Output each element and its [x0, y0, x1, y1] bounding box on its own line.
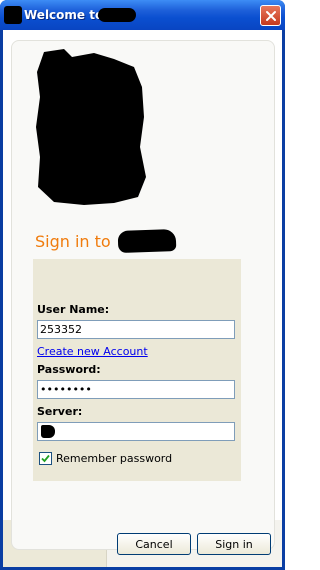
window-client-area: Sign in to User Name: 253352 Create new … — [3, 30, 282, 567]
sign-in-heading: Sign in to — [35, 232, 111, 251]
server-label: Server: — [37, 405, 83, 418]
checkmark-icon — [41, 454, 50, 463]
app-icon — [4, 6, 22, 24]
redacted-app-name — [98, 8, 136, 22]
cancel-button[interactable]: Cancel — [117, 533, 191, 555]
password-label: Password: — [37, 363, 101, 376]
sign-in-form: User Name: 253352 Create new Account Pas… — [33, 259, 241, 481]
close-button[interactable] — [260, 5, 281, 26]
remember-password-checkbox[interactable] — [39, 452, 52, 465]
redacted-logo — [36, 49, 146, 205]
remember-password-label[interactable]: Remember password — [56, 452, 172, 465]
server-input[interactable] — [37, 422, 235, 441]
username-label: User Name: — [37, 303, 110, 316]
redacted-service-name — [117, 228, 177, 254]
login-window: Welcome to Sign in to User Name: 253352 … — [0, 0, 285, 570]
title-bar[interactable]: Welcome to — [0, 0, 285, 30]
close-icon — [265, 10, 276, 21]
username-input[interactable]: 253352 — [37, 320, 235, 339]
sign-in-button[interactable]: Sign in — [197, 533, 271, 555]
password-input[interactable]: •••••••• — [37, 380, 235, 399]
create-account-link[interactable]: Create new Account — [37, 345, 148, 358]
redacted-server-value — [41, 425, 55, 438]
window-title: Welcome to — [24, 8, 104, 22]
